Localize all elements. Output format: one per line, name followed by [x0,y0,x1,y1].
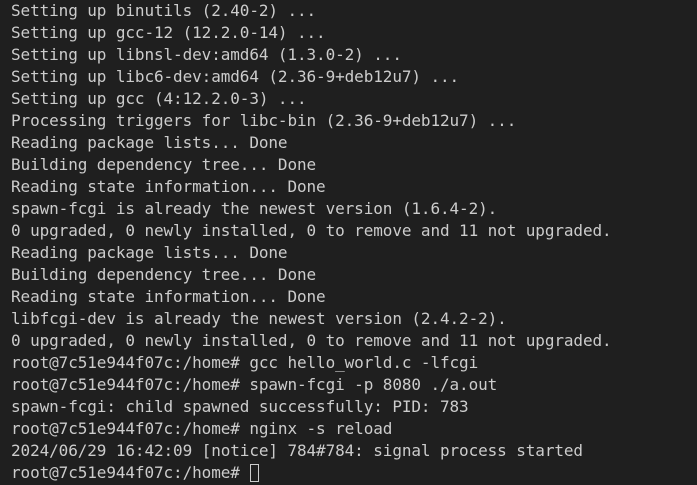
terminal-line: spawn-fcgi is already the newest version… [11,199,498,218]
terminal-line: libfcgi-dev is already the newest versio… [11,309,507,328]
terminal-line: Building dependency tree... Done [11,155,317,174]
terminal-line: root@7c51e944f07c:/home# spawn-fcgi -p 8… [11,375,498,394]
terminal-line: Setting up libnsl-dev:amd64 (1.3.0-2) ..… [11,45,402,64]
terminal-line: Reading state information... Done [11,177,326,196]
terminal-line: 0 upgraded, 0 newly installed, 0 to remo… [11,331,612,350]
terminal-line: root@7c51e944f07c:/home# gcc hello_world… [11,353,479,372]
terminal-line: 2024/06/29 16:42:09 [notice] 784#784: si… [11,441,583,460]
terminal-line: Reading package lists... Done [11,243,288,262]
terminal-line: Setting up binutils (2.40-2) ... [11,1,317,20]
terminal-line: Setting up gcc (4:12.2.0-3) ... [11,89,307,108]
terminal-window[interactable]: Setting up binutils (2.40-2) ... Setting… [0,0,697,485]
terminal-line: Setting up libc6-dev:amd64 (2.36-9+deb12… [11,67,460,86]
terminal-line: 0 upgraded, 0 newly installed, 0 to remo… [11,221,612,240]
shell-prompt: root@7c51e944f07c:/home# [11,463,250,482]
terminal-line: Reading package lists... Done [11,133,288,152]
terminal-line: spawn-fcgi: child spawned successfully: … [11,397,469,416]
terminal-cursor[interactable] [250,464,260,482]
terminal-line: Setting up gcc-12 (12.2.0-14) ... [11,23,326,42]
terminal-line: Building dependency tree... Done [11,265,317,284]
terminal-prompt-line[interactable]: root@7c51e944f07c:/home# [11,462,697,484]
terminal-line: Reading state information... Done [11,287,326,306]
terminal-line: Processing triggers for libc-bin (2.36-9… [11,111,517,130]
terminal-line: root@7c51e944f07c:/home# nginx -s reload [11,419,393,438]
